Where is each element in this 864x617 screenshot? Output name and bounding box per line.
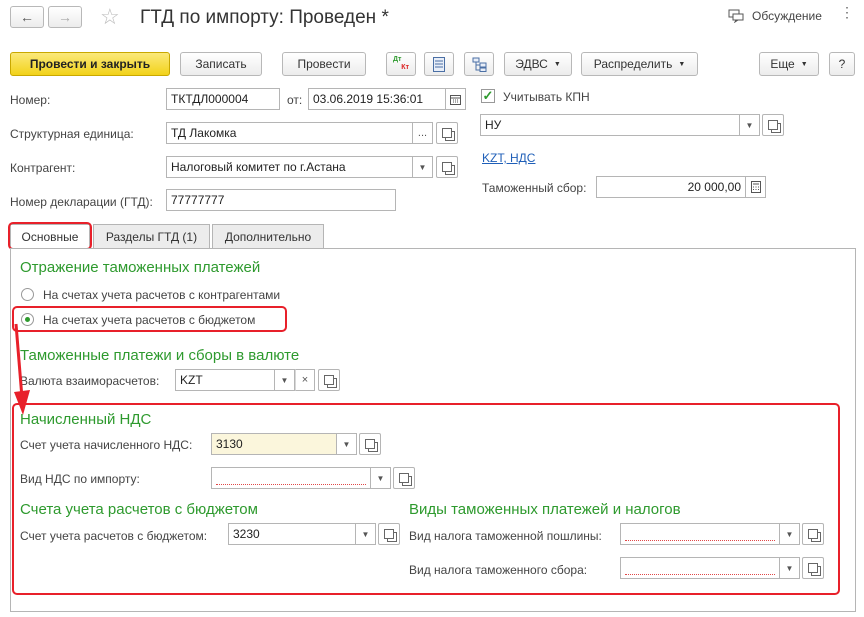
nu-dropdown-button[interactable]: ▼ <box>740 114 760 136</box>
dt-kt-button[interactable]: Дт Кт <box>386 52 416 76</box>
budget-account-label: Счет учета расчетов с бюджетом: <box>20 529 208 543</box>
page-title: ГТД по импорту: Проведен * <box>140 7 389 28</box>
contractor-dropdown-button[interactable]: ▼ <box>413 156 433 178</box>
dt-kt-icon: Дт Кт <box>393 56 409 71</box>
vat-type-open[interactable] <box>393 467 415 489</box>
calculator-button[interactable] <box>746 176 766 198</box>
vat-account-dropdown[interactable]: ▼ <box>337 433 357 455</box>
settlement-currency-clear[interactable]: × <box>295 369 315 391</box>
settlement-currency-label: Валюта взаиморасчетов: <box>20 374 160 388</box>
discussion-label: Обсуждение <box>752 9 822 23</box>
date-field[interactable]: 03.06.2019 15:36:01 <box>308 88 446 110</box>
distribute-label: Распределить <box>593 57 673 71</box>
number-field[interactable]: ТКТДЛ000004 <box>166 88 280 110</box>
declaration-number-field[interactable]: 77777777 <box>166 189 396 211</box>
discussion-link[interactable]: Обсуждение <box>728 9 822 23</box>
duty-tax-label: Вид налога таможенной пошлины: <box>409 529 602 543</box>
window-menu-icon[interactable]: ⋮ <box>840 4 854 21</box>
number-label: Номер: <box>10 93 51 107</box>
kpn-checkbox[interactable]: ✓ <box>481 89 495 103</box>
post-button[interactable]: Провести <box>282 52 366 76</box>
settlement-currency-open[interactable] <box>318 369 340 391</box>
budget-account-field[interactable]: 3230 <box>228 523 356 545</box>
dropdown-arrow-icon: ▼ <box>678 60 686 68</box>
struct-unit-open-button[interactable] <box>436 122 458 144</box>
contractor-label: Контрагент: <box>10 161 76 175</box>
budget-section-title: Счета учета расчетов с бюджетом <box>20 501 258 518</box>
tab-main-highlight <box>8 222 92 250</box>
budget-account-dropdown[interactable]: ▼ <box>356 523 376 545</box>
budget-account-open[interactable] <box>378 523 400 545</box>
dropdown-arrow-icon: ▼ <box>553 60 561 68</box>
save-button[interactable]: Записать <box>180 52 262 76</box>
fee-tax-label: Вид налога таможенного сбора: <box>409 563 588 577</box>
clear-x-icon: × <box>301 374 309 386</box>
arrow-right-icon: → <box>58 9 72 25</box>
vat-account-field[interactable]: 3130 <box>211 433 337 455</box>
tab-gtd-sections-label: Разделы ГТД (1) <box>105 229 198 244</box>
post-and-close-button[interactable]: Провести и закрыть <box>10 52 170 76</box>
contractor-field[interactable]: Налоговый комитет по г.Астана <box>166 156 413 178</box>
settlement-currency-dropdown[interactable]: ▼ <box>275 369 295 391</box>
dropdown-arrow-icon: ▼ <box>800 60 808 68</box>
kpn-label: Учитывать КПН <box>503 90 590 104</box>
fee-tax-dropdown[interactable]: ▼ <box>780 557 800 579</box>
structure-button[interactable] <box>464 52 494 76</box>
declaration-number-label: Номер декларации (ГТД): <box>10 195 153 209</box>
back-button[interactable]: ← <box>10 6 44 28</box>
tax-types-section-title: Виды таможенных платежей и налогов <box>409 501 681 518</box>
more-dropdown-button[interactable]: Еще ▼ <box>759 52 819 76</box>
struct-unit-select-button[interactable]: ... <box>413 122 433 144</box>
nu-open-button[interactable] <box>762 114 784 136</box>
payments-section-title: Отражение таможенных платежей <box>20 259 261 276</box>
customs-fee-field[interactable]: 20 000,00 <box>596 176 746 198</box>
vat-section-title: Начисленный НДС <box>20 411 152 428</box>
vat-type-dropdown[interactable]: ▼ <box>371 467 391 489</box>
settlement-currency-field[interactable]: KZT <box>175 369 275 391</box>
tab-gtd-sections[interactable]: Разделы ГТД (1) <box>93 224 210 248</box>
checkmark-icon: ✓ <box>482 88 494 103</box>
chat-icon <box>728 9 744 23</box>
calculator-icon <box>750 181 761 193</box>
forward-button[interactable]: → <box>48 6 82 28</box>
nu-field[interactable]: НУ <box>480 114 740 136</box>
tab-additional[interactable]: Дополнительно <box>212 224 324 248</box>
struct-unit-label: Структурная единица: <box>10 127 134 141</box>
more-label: Еще <box>770 57 795 71</box>
fee-tax-field[interactable] <box>620 557 780 579</box>
radio-contractors-label: На счетах учета расчетов с контрагентами <box>43 288 281 302</box>
document-list-icon <box>433 56 445 72</box>
calendar-button[interactable] <box>446 88 466 110</box>
tab-additional-label: Дополнительно <box>224 229 312 244</box>
struct-unit-field[interactable]: ТД Лакомка <box>166 122 413 144</box>
radio-budget-highlight <box>12 306 287 332</box>
currency-vat-link[interactable]: KZT, НДС <box>482 151 535 165</box>
currency-section-title: Таможенные платежи и сборы в валюте <box>20 347 300 364</box>
vat-type-field[interactable] <box>211 467 371 489</box>
help-button[interactable]: ? <box>829 52 855 76</box>
duty-tax-dropdown[interactable]: ▼ <box>780 523 800 545</box>
customs-fee-label: Таможенный сбор: <box>482 181 587 195</box>
edvs-dropdown-button[interactable]: ЭДВС ▼ <box>504 52 572 76</box>
calendar-icon <box>450 94 461 105</box>
fee-tax-open[interactable] <box>802 557 824 579</box>
contractor-open-button[interactable] <box>436 156 458 178</box>
favorite-star-icon[interactable]: ☆ <box>100 4 120 30</box>
edvs-label: ЭДВС <box>515 57 548 71</box>
hierarchy-icon <box>472 57 486 72</box>
arrow-left-icon: ← <box>20 9 34 25</box>
vat-account-label: Счет учета начисленного НДС: <box>20 438 193 452</box>
vat-account-open[interactable] <box>359 433 381 455</box>
distribute-dropdown-button[interactable]: Распределить ▼ <box>581 52 698 76</box>
list-report-button[interactable] <box>424 52 454 76</box>
radio-contractors[interactable] <box>21 288 34 301</box>
duty-tax-open[interactable] <box>802 523 824 545</box>
vat-type-label: Вид НДС по импорту: <box>20 472 140 486</box>
duty-tax-field[interactable] <box>620 523 780 545</box>
date-from-label: от: <box>287 93 303 107</box>
